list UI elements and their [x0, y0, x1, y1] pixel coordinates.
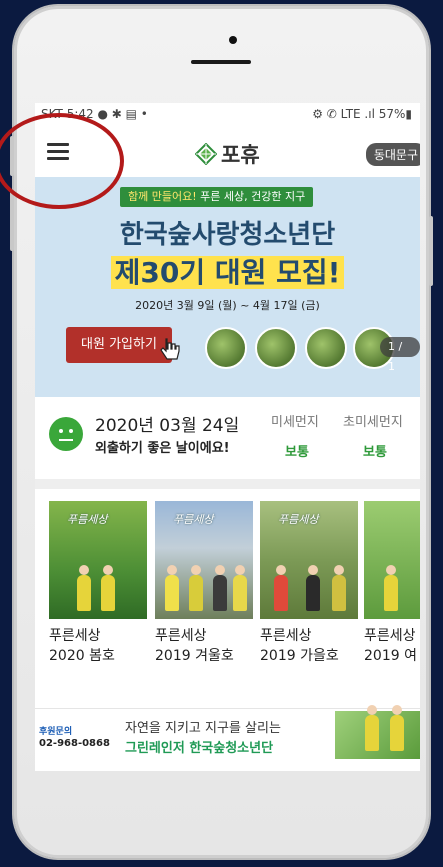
magazine-issue: 2019 가을호 — [260, 648, 339, 664]
magazine-cover: 푸름세상 — [260, 501, 358, 619]
app-screen: SKT 5:42 ● ✱ ▤ • ⚙ ✆ LTE .ıl 57%▮ 포휴 동대문… — [35, 103, 420, 771]
front-camera — [229, 36, 237, 44]
donation-line1: 자연을 지키고 지구를 살리는 — [125, 721, 281, 736]
banner-title-line1: 한국숲사랑청소년단 — [119, 220, 336, 250]
weather-message: 외출하기 좋은 날이에요! — [95, 441, 230, 456]
magazine-card[interactable]: 푸른세상 2019 여 — [364, 501, 420, 665]
fine-dust-label: 미세먼지 — [271, 415, 319, 430]
donation-banner[interactable]: 후원문의 02-968-0868 자연을 지키고 지구를 살리는 그린레인저 한… — [35, 705, 420, 761]
cover-text: 푸름세상 — [173, 513, 214, 526]
hand-pointer-icon — [160, 338, 180, 360]
photo-thumbnail[interactable] — [305, 327, 347, 369]
magazine-card[interactable]: 푸름세상 푸른세상 2019 가을호 — [260, 501, 358, 665]
banner-tag-highlight: 함께 만들어요! — [128, 190, 197, 203]
magazine-cover: 푸름세상 — [49, 501, 147, 619]
ultrafine-dust-value: 보통 — [363, 445, 387, 460]
banner-tag: 함께 만들어요! 푸른 세상, 건강한 지구 — [120, 187, 314, 207]
cover-text: 푸름세상 — [278, 513, 319, 526]
logo-icon — [195, 143, 217, 165]
banner-title-highlight: 제30기 대원 모집! — [110, 256, 345, 289]
magazine-cover — [364, 501, 420, 619]
ultrafine-dust-label: 초미세먼지 — [343, 415, 403, 430]
magazine-issue: 2019 여 — [364, 648, 417, 664]
app-logo[interactable]: 포휴 — [195, 139, 260, 169]
donation-line2: 그린레인저 한국숲청소년단 — [125, 741, 274, 756]
magazine-title: 푸른세상 — [260, 628, 312, 644]
photo-thumbnail[interactable] — [255, 327, 297, 369]
cover-text: 푸름세상 — [67, 513, 108, 526]
banner-date: 2020년 3월 9일 (월) ~ 4월 17일 (금) — [135, 299, 320, 312]
recruit-banner[interactable]: 함께 만들어요! 푸른 세상, 건강한 지구 한국숲사랑청소년단 제30기 대원… — [35, 177, 420, 397]
photo-thumbnail[interactable] — [205, 327, 247, 369]
status-right: ⚙ ✆ LTE .ıl 57%▮ — [312, 107, 412, 121]
smiley-face-icon — [49, 417, 83, 451]
annotation-highlight-circle — [0, 113, 124, 209]
magazine-card[interactable]: 푸름세상 푸른세상 2020 봄호 — [49, 501, 147, 665]
banner-pager: 1 / 1 — [380, 337, 420, 373]
logo-text: 포휴 — [221, 143, 260, 167]
volume-button — [10, 191, 14, 251]
earpiece-speaker — [191, 60, 251, 64]
magazine-issue: 2019 겨울호 — [155, 648, 234, 664]
banner-tag-text: 푸른 세상, 건강한 지구 — [200, 190, 306, 203]
magazine-card[interactable]: 푸름세상 푸른세상 2019 겨울호 — [155, 501, 253, 665]
banner-title-line2: 제30기 대원 모집! — [35, 251, 420, 291]
donation-photo — [335, 705, 420, 759]
weather-widget: 2020년 03월 24일 외출하기 좋은 날이에요! 미세먼지 보통 초미세먼… — [35, 399, 420, 473]
magazine-title: 푸른세상 — [364, 628, 416, 644]
donation-label: 후원문의 — [39, 727, 73, 737]
weather-date: 2020년 03월 24일 — [95, 416, 240, 436]
donation-phone: 02-968-0868 — [39, 738, 110, 749]
region-button[interactable]: 동대문구 — [365, 143, 420, 166]
section-divider — [35, 479, 420, 489]
magazine-list: 푸름세상 푸른세상 2020 봄호 푸름세상 푸른세상 2019 겨울호 푸름세… — [35, 501, 420, 691]
fine-dust-value: 보통 — [285, 445, 309, 460]
magazine-title: 푸른세상 — [49, 628, 101, 644]
magazine-title: 푸른세상 — [155, 628, 207, 644]
join-button[interactable]: 대원 가입하기 — [66, 327, 172, 363]
magazine-issue: 2020 봄호 — [49, 648, 115, 664]
power-button — [429, 216, 433, 286]
magazine-cover: 푸름세상 — [155, 501, 253, 619]
